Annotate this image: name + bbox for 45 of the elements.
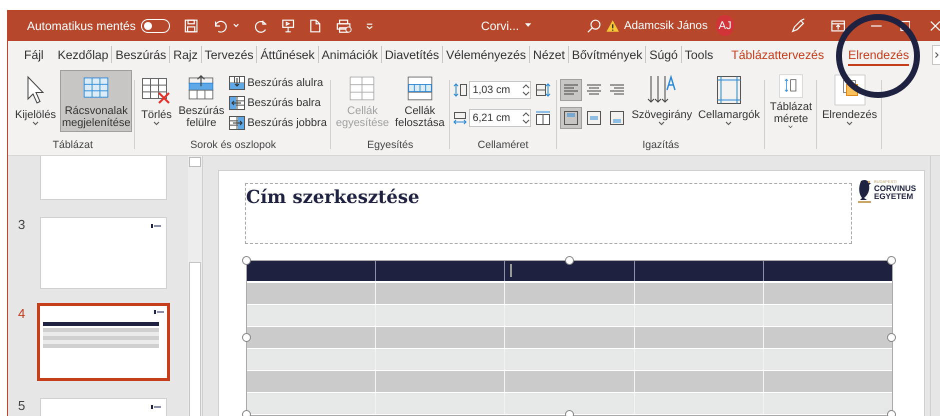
autosave-label: Automatikus mentés [27, 18, 136, 32]
logo-text: EGYETEM [874, 193, 914, 201]
ribbon-tab[interactable]: Rajz [170, 44, 201, 66]
ribbon-button[interactable]: Kijelölés [13, 70, 58, 132]
ribbon-button[interactable]: Szövegirány [630, 70, 694, 132]
group-label: Egyesítés [366, 138, 414, 153]
ribbon-tab[interactable]: Véleményezés [443, 44, 530, 66]
slide-number: 3 [17, 217, 26, 232]
size-field[interactable]: 6,21 cm [468, 109, 531, 127]
ribbon-button[interactable]: Beszúrás alulra [228, 73, 328, 93]
ribbon-tab[interactable]: Elrendezés [845, 44, 912, 66]
ribbon-tab[interactable]: Tervezés [202, 44, 256, 66]
document-title[interactable]: Corvi... [481, 18, 520, 32]
ribbon-button[interactable]: Cellák felosztása [393, 70, 447, 132]
ribbon-tab[interactable]: Súgó [646, 44, 681, 66]
ribbon-tab[interactable]: Diavetítés [382, 44, 442, 66]
group-label: Cellaméret [476, 138, 530, 153]
slide-number: 5 [17, 398, 26, 413]
size-field[interactable]: 1,03 cm [468, 81, 531, 99]
ribbon-button[interactable]: Beszúrás felülre [176, 70, 226, 132]
ribbon-tab[interactable]: Bővítmények [568, 44, 646, 66]
ribbon-tab[interactable]: Fájl [21, 44, 47, 66]
ribbon-tab[interactable]: Nézet [530, 44, 568, 66]
ribbon-tab[interactable]: Kezdőlap [54, 44, 112, 66]
ribbon-tab[interactable]: Táblázattervezés [728, 44, 828, 66]
ribbon-tab[interactable]: Animációk [318, 44, 381, 66]
ribbon-tab[interactable]: Tools [682, 44, 716, 66]
ribbon-tab[interactable]: Áttűnések [257, 44, 318, 66]
ribbon-button[interactable]: Beszúrás balra [228, 93, 328, 113]
ribbon-button[interactable]: Táblázat mérete [768, 70, 814, 132]
ribbon-button[interactable]: Törlés [138, 70, 174, 132]
group-label: Táblázat [52, 138, 94, 153]
ribbon-button[interactable]: Elrendezés [820, 70, 880, 132]
user-avatar[interactable]: AJ [716, 15, 734, 36]
group-label: Igazítás [641, 138, 680, 153]
ribbon-tab[interactable]: Beszúrás [112, 44, 170, 66]
slide-number: 4 [17, 306, 26, 321]
ribbon-button[interactable]: Cellamargók [696, 70, 762, 132]
title-placeholder[interactable]: Cím szerkesztése [245, 183, 852, 244]
logo-text: CORVINUS [874, 185, 916, 193]
ribbon-button[interactable]: Rácsvonalak megjelenítése [60, 70, 132, 132]
group-label: Sorok és oszlopok [189, 138, 278, 153]
user-name[interactable]: Adamcsik János [624, 20, 708, 32]
slide-title: Cím szerkesztése [246, 187, 420, 208]
ribbon-button[interactable]: Beszúrás jobbra [228, 113, 328, 133]
